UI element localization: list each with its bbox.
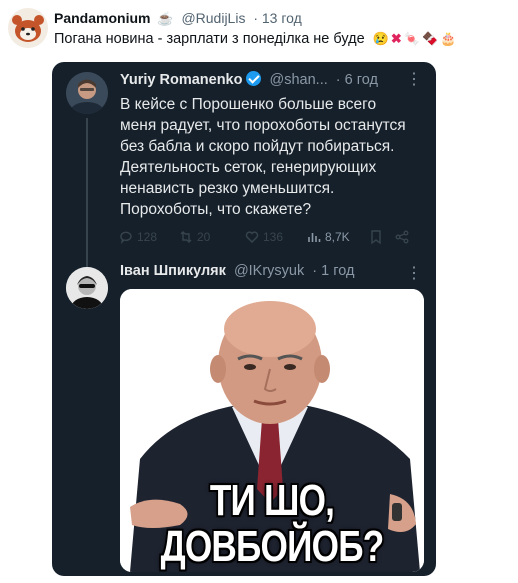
cross-mark-icon: ✖	[390, 31, 402, 47]
emoji-row: 😢 ✖ 🍬 🍫 🎂	[373, 31, 459, 47]
bookmark-icon	[371, 230, 381, 245]
tweet-screenshot-image: Yuriy Romanenko @shan... · 6 год ⋮ В кей…	[52, 62, 436, 576]
post-time[interactable]: · 13 год	[253, 10, 301, 26]
meme-image[interactable]: ТИ ШО, ДОВБОЙОБ?	[120, 289, 424, 572]
reply-tweet-header: Іван Шпикуляк @IKrysyuk · 1 год	[120, 263, 354, 279]
more-options-icon[interactable]: ⋮	[406, 69, 422, 89]
bookmark-button[interactable]	[368, 229, 384, 245]
more-options-icon[interactable]: ⋮	[406, 263, 422, 283]
author-name[interactable]: Pandamonium	[54, 10, 150, 26]
meme-caption-line2: ДОВБОЙОБ?	[160, 522, 385, 571]
heart-icon	[245, 231, 259, 243]
reply-button[interactable]: 128	[118, 229, 157, 245]
author-handle[interactable]: @shan...	[270, 72, 328, 88]
author-name[interactable]: Yuriy Romanenko	[120, 72, 242, 88]
tweet-text-line: Деятельность сеток, генерирующих	[120, 159, 377, 176]
share-icon	[395, 230, 409, 244]
coffee-icon: ☕	[157, 11, 174, 26]
tweet-text-line: Порохоботы, что скажете?	[120, 201, 312, 218]
thread-connector-line	[86, 118, 88, 268]
author-line: Pandamonium ☕ @RudijLis · 13 год	[54, 10, 302, 27]
avatar[interactable]	[66, 72, 108, 114]
tweet-time[interactable]: · 6 год	[336, 72, 378, 88]
reply-icon	[120, 231, 132, 245]
author-handle[interactable]: @IKrysyuk	[234, 263, 304, 279]
share-button[interactable]	[394, 229, 410, 245]
like-button[interactable]: 136	[244, 229, 283, 245]
outer-post: Pandamonium ☕ @RudijLis · 13 год Погана …	[8, 6, 510, 52]
views-button[interactable]: 8,7K	[306, 229, 350, 245]
post-text-content: Погана новина - зарплати з понеділка не …	[54, 31, 365, 47]
verified-badge-icon	[246, 71, 262, 86]
quoted-tweet-header: Yuriy Romanenko @shan... · 6 год	[120, 71, 378, 88]
avatar[interactable]	[66, 267, 108, 309]
tweet-text-line: В кейсе с Порошенко больше всего	[120, 96, 377, 113]
candy-icon: 🍬	[403, 31, 420, 47]
crying-face-icon: 😢	[372, 31, 389, 47]
views-count: 8,7K	[325, 230, 350, 244]
tweet-time[interactable]: · 1 год	[312, 263, 354, 279]
author-name[interactable]: Іван Шпикуляк	[120, 263, 226, 279]
tweet-text-line: ненависть резко уменьшится.	[120, 180, 335, 197]
chocolate-bar-icon: 🍫	[422, 31, 439, 47]
tweet-text-line: меня радует, что порохоботы останутся	[120, 117, 406, 134]
retweet-button[interactable]: 20	[178, 229, 210, 245]
bar-chart-icon	[308, 233, 321, 242]
tweet-actions-bar: 128 20 136 8,7K	[118, 229, 418, 251]
meme-caption-line1: ТИ ШО,	[209, 476, 335, 525]
quoted-tweet-body: В кейсе с Порошенко больше всего меня ра…	[120, 94, 420, 220]
man-portrait-icon	[66, 72, 108, 114]
like-count: 136	[263, 230, 284, 244]
avatar[interactable]	[8, 8, 48, 48]
cake-icon: 🎂	[440, 31, 457, 47]
retweet-count: 20	[197, 230, 211, 244]
post-text: Погана новина - зарплати з понеділка не …	[54, 31, 458, 47]
tweet-text-line: без бабла и скоро пойдут побираться.	[120, 138, 395, 155]
man-portrait-icon	[66, 267, 108, 309]
reply-count: 128	[137, 230, 158, 244]
red-panda-avatar-icon	[8, 8, 48, 48]
retweet-icon	[180, 231, 192, 243]
author-handle[interactable]: @RudijLis	[181, 10, 245, 26]
